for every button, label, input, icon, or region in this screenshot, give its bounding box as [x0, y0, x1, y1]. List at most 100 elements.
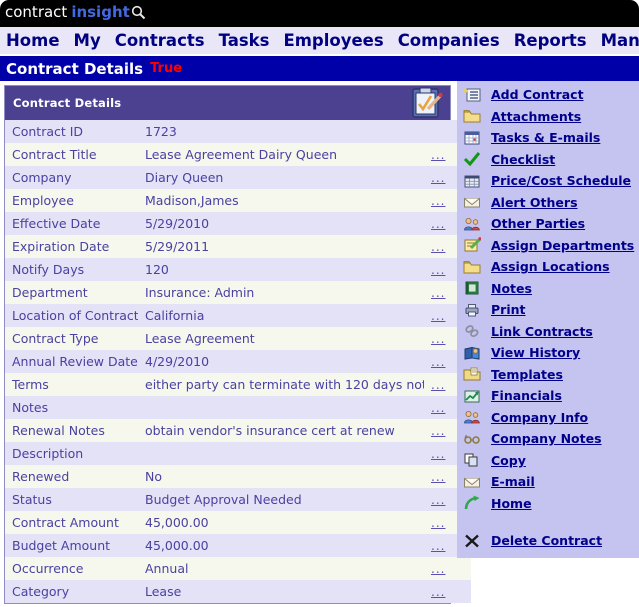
- field-edit-link[interactable]: ...: [431, 263, 445, 277]
- table-row: Budget Amount 45,000.00...: [5, 534, 471, 557]
- field-label: Expiration Date: [5, 235, 138, 258]
- sidebar-email[interactable]: E-mail: [457, 471, 639, 493]
- field-edit-link[interactable]: ...: [431, 562, 445, 576]
- field-edit-link[interactable]: ...: [431, 148, 445, 162]
- field-value: Insurance: Admin: [138, 281, 424, 304]
- field-value: 4/29/2010: [138, 350, 424, 373]
- field-value: Budget Approval Needed: [138, 488, 424, 511]
- x-close-icon: [462, 532, 482, 549]
- sidebar-add-contract[interactable]: Add Contract: [457, 84, 639, 106]
- field-edit-link[interactable]: ...: [431, 378, 445, 392]
- sidebar-company-info[interactable]: Company Info: [457, 407, 639, 429]
- sidebar-other-parties[interactable]: Other Parties: [457, 213, 639, 235]
- sidebar-templates[interactable]: Templates: [457, 364, 639, 386]
- sidebar-item-label: Other Parties: [491, 216, 586, 232]
- field-edit-link[interactable]: ...: [431, 447, 445, 461]
- sidebar-item-label: Attachments: [491, 108, 582, 124]
- field-label: Notify Days: [5, 258, 138, 281]
- field-label: Employee: [5, 189, 138, 212]
- nav-my[interactable]: My: [74, 31, 101, 50]
- sidebar-print[interactable]: Print: [457, 299, 639, 321]
- field-edit-link[interactable]: ...: [431, 332, 445, 346]
- nav-home[interactable]: Home: [6, 31, 60, 50]
- sidebar-item-label: E-mail: [491, 474, 535, 490]
- glasses-icon: [462, 430, 482, 447]
- sidebar-company-notes[interactable]: Company Notes: [457, 428, 639, 450]
- sidebar-checklist[interactable]: Checklist: [457, 149, 639, 171]
- field-edit-link[interactable]: ...: [431, 516, 445, 530]
- field-label: Status: [5, 488, 138, 511]
- table-row: Company Diary Queen...: [5, 166, 471, 189]
- sidebar-assign-departments[interactable]: Assign Departments: [457, 235, 639, 257]
- calendar-icon: [462, 129, 482, 146]
- nav-employees[interactable]: Employees: [283, 31, 383, 50]
- field-value: California: [138, 304, 424, 327]
- sidebar-tasks-emails[interactable]: Tasks & E-mails: [457, 127, 639, 149]
- sidebar-delete-contract[interactable]: Delete Contract: [457, 530, 639, 552]
- table-row: Terms either party can terminate with 120…: [5, 373, 471, 396]
- field-edit-link[interactable]: ...: [431, 240, 445, 254]
- panel-header-title: Contract Details: [13, 96, 122, 110]
- sidebar-attachments[interactable]: Attachments: [457, 106, 639, 128]
- field-label: Terms: [5, 373, 138, 396]
- sidebar-item-label: Notes: [491, 280, 532, 296]
- chain-link-icon: [462, 323, 482, 340]
- field-edit-link[interactable]: ...: [431, 470, 445, 484]
- table-row: Renewal Notes obtain vendor's insurance c…: [5, 419, 471, 442]
- nav-companies[interactable]: Companies: [398, 31, 500, 50]
- actions-sidebar: Add Contract Attachments Tasks & E-mails Ch…: [457, 81, 639, 558]
- field-edit-link[interactable]: ...: [431, 493, 445, 507]
- sidebar-notes[interactable]: Notes: [457, 278, 639, 300]
- table-row: Expiration Date 5/29/2011...: [5, 235, 471, 258]
- sidebar-item-label: Delete Contract: [491, 533, 603, 549]
- nav-contracts[interactable]: Contracts: [115, 31, 205, 50]
- sidebar-link-contracts[interactable]: Link Contracts: [457, 321, 639, 343]
- field-label: Location of Contract: [5, 304, 138, 327]
- sidebar-alert-others[interactable]: Alert Others: [457, 192, 639, 214]
- field-label: Budget Amount: [5, 534, 138, 557]
- sidebar-financials[interactable]: Financials: [457, 385, 639, 407]
- field-value: [138, 396, 424, 419]
- sidebar-item-label: Copy: [491, 452, 526, 468]
- field-edit-link[interactable]: ...: [431, 171, 445, 185]
- field-edit-link[interactable]: ...: [431, 309, 445, 323]
- copy-icon: [462, 452, 482, 469]
- nav-tasks[interactable]: Tasks: [219, 31, 270, 50]
- brand-bar: contract insight: [0, 0, 639, 27]
- field-edit-link[interactable]: ...: [431, 194, 445, 208]
- field-value: 5/29/2011: [138, 235, 424, 258]
- field-edit-link[interactable]: ...: [431, 539, 445, 553]
- field-edit-link[interactable]: ...: [431, 401, 445, 415]
- field-edit-link[interactable]: ...: [431, 355, 445, 369]
- field-value: 1723: [138, 120, 424, 143]
- sidebar-assign-locations[interactable]: Assign Locations: [457, 256, 639, 278]
- content-area: Contract Details Contract ID 1723 Contract…: [0, 81, 639, 607]
- panel-header: Contract Details: [5, 86, 450, 120]
- field-edit-link[interactable]: ...: [431, 424, 445, 438]
- table-row: Notes...: [5, 396, 471, 419]
- sidebar-home[interactable]: Home: [457, 493, 639, 515]
- sidebar-copy[interactable]: Copy: [457, 450, 639, 472]
- contract-details-panel: Contract Details Contract ID 1723 Contract…: [4, 85, 471, 604]
- page-title-bar: Contract Details True: [0, 56, 639, 81]
- field-edit-link[interactable]: ...: [431, 217, 445, 231]
- folder-icon: [462, 258, 482, 275]
- table-row: Contract ID 1723: [5, 120, 471, 143]
- field-label: Company: [5, 166, 138, 189]
- nav-reports[interactable]: Reports: [514, 31, 587, 50]
- sidebar-view-history[interactable]: View History: [457, 342, 639, 364]
- clipboard-check-pencil-icon[interactable]: [411, 87, 443, 119]
- table-row: Status Budget Approval Needed...: [5, 488, 471, 511]
- field-label: Description: [5, 442, 138, 465]
- new-list-icon: [462, 86, 482, 103]
- logo-word-contract: contract: [5, 3, 68, 21]
- field-value: 120: [138, 258, 424, 281]
- sidebar-item-label: Link Contracts: [491, 323, 593, 339]
- sidebar-price-cost-schedule[interactable]: Price/Cost Schedule: [457, 170, 639, 192]
- app-logo: contract insight: [5, 3, 146, 24]
- field-label: Contract ID: [5, 120, 138, 143]
- nav-manage-setup[interactable]: Manage/Setup: [601, 31, 639, 50]
- field-edit-link[interactable]: ...: [431, 585, 445, 599]
- field-edit-link[interactable]: ...: [431, 286, 445, 300]
- sidebar-item-label: View History: [491, 345, 581, 361]
